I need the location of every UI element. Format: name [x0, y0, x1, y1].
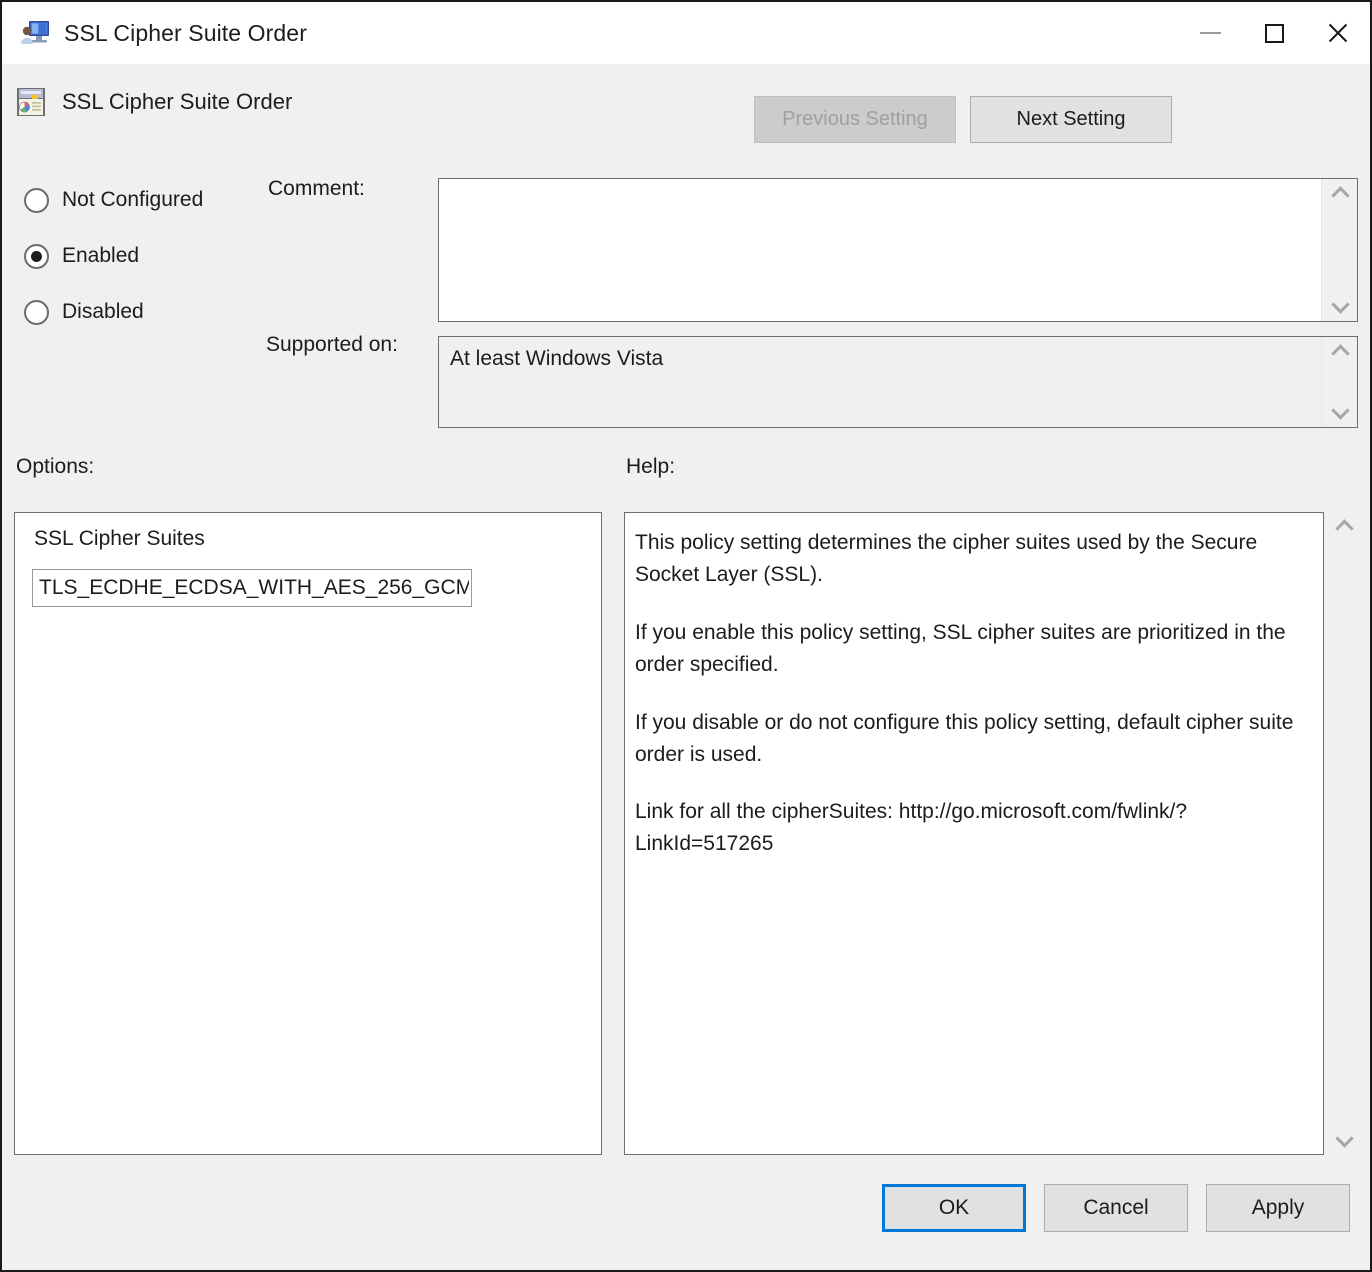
maximize-icon	[1265, 24, 1284, 43]
cipher-suites-input[interactable]	[32, 569, 472, 607]
ok-button[interactable]: OK	[882, 1184, 1026, 1232]
close-icon	[1326, 21, 1350, 45]
help-paragraph: If you enable this policy setting, SSL c…	[635, 617, 1305, 681]
radio-circle-icon	[24, 188, 49, 213]
setting-navigation: Previous Setting Next Setting	[754, 96, 1172, 143]
dialog-footer: OK Cancel Apply	[2, 1160, 1370, 1270]
radio-disabled[interactable]: Disabled	[24, 296, 203, 328]
policy-title: SSL Cipher Suite Order	[62, 89, 292, 115]
comment-label: Comment:	[268, 177, 365, 201]
chevron-up-icon[interactable]	[1336, 519, 1352, 535]
comment-field[interactable]	[438, 178, 1358, 322]
chevron-up-icon[interactable]	[1332, 344, 1348, 360]
radio-disabled-label: Disabled	[62, 300, 144, 324]
help-pane-label: Help:	[626, 455, 675, 479]
close-button[interactable]	[1306, 2, 1370, 64]
supported-on-label: Supported on:	[266, 333, 398, 357]
radio-circle-selected-icon	[24, 244, 49, 269]
policy-header: SSL Cipher Suite Order	[16, 87, 292, 117]
previous-setting-button[interactable]: Previous Setting	[754, 96, 956, 143]
help-pane: This policy setting determines the ciphe…	[624, 512, 1324, 1155]
cancel-button[interactable]: Cancel	[1044, 1184, 1188, 1232]
dialog-body: SSL Cipher Suite Order Previous Setting …	[2, 64, 1370, 1270]
help-paragraph: This policy setting determines the ciphe…	[635, 527, 1305, 591]
options-pane-label: Options:	[16, 455, 94, 479]
help-paragraph: If you disable or do not configure this …	[635, 707, 1305, 771]
supported-on-field: At least Windows Vista	[438, 336, 1358, 428]
maximize-button[interactable]	[1242, 2, 1306, 64]
minimize-button[interactable]	[1178, 2, 1242, 64]
title-bar: SSL Cipher Suite Order	[2, 2, 1370, 64]
window-controls	[1178, 2, 1370, 64]
window-title: SSL Cipher Suite Order	[64, 20, 307, 47]
help-paragraph: Link for all the cipherSuites: http://go…	[635, 796, 1305, 860]
chevron-down-icon[interactable]	[1332, 298, 1348, 314]
options-pane: SSL Cipher Suites	[14, 512, 602, 1155]
radio-not-configured[interactable]: Not Configured	[24, 184, 203, 216]
policy-state-radio-group: Not Configured Enabled Disabled	[24, 184, 203, 352]
chevron-down-icon[interactable]	[1336, 1132, 1352, 1148]
radio-not-configured-label: Not Configured	[62, 188, 203, 212]
help-text: This policy setting determines the ciphe…	[625, 513, 1323, 1154]
apply-button[interactable]: Apply	[1206, 1184, 1350, 1232]
minimize-icon	[1200, 32, 1221, 34]
supported-on-text: At least Windows Vista	[439, 337, 1321, 427]
group-policy-setting-icon	[16, 87, 46, 117]
chevron-down-icon[interactable]	[1332, 404, 1348, 420]
comment-text[interactable]	[439, 179, 1321, 321]
ssl-cipher-suite-order-dialog: SSL Cipher Suite Order	[0, 0, 1372, 1272]
policy-computer-icon	[20, 20, 50, 46]
chevron-up-icon[interactable]	[1332, 186, 1348, 202]
supported-on-scrollbar[interactable]	[1321, 337, 1357, 427]
radio-enabled-label: Enabled	[62, 244, 139, 268]
next-setting-button[interactable]: Next Setting	[970, 96, 1172, 143]
radio-enabled[interactable]: Enabled	[24, 240, 203, 272]
cipher-suites-group-title: SSL Cipher Suites	[34, 527, 205, 551]
help-scrollbar[interactable]	[1326, 512, 1362, 1155]
comment-scrollbar[interactable]	[1321, 179, 1357, 321]
radio-circle-icon	[24, 300, 49, 325]
